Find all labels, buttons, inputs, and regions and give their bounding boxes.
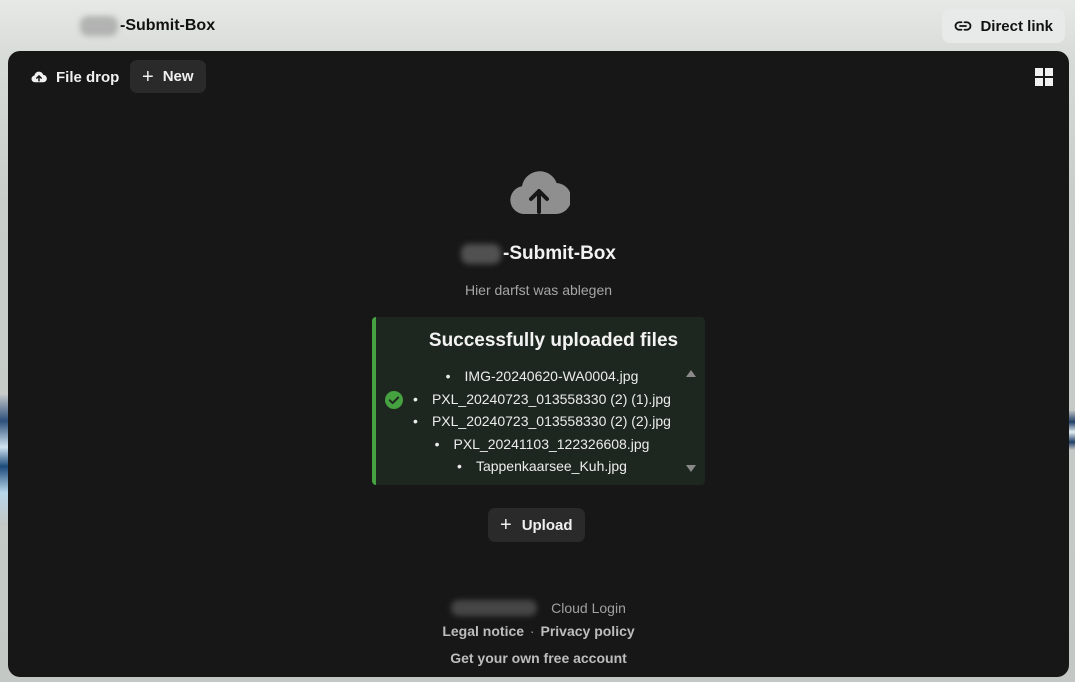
list-item: PXL_20240723_013558330 (2) (2).jpg	[402, 410, 682, 433]
share-title: -Submit-Box	[80, 14, 215, 38]
cloud-upload-icon	[31, 71, 47, 83]
direct-link-label: Direct link	[980, 17, 1053, 35]
cloud-login-text: Cloud Login	[551, 600, 626, 616]
list-item: IMG-20240620-WA0004.jpg	[402, 365, 682, 388]
footer-links: Legal notice · Privacy policy	[8, 623, 1069, 639]
upload-button[interactable]: + Upload	[488, 508, 585, 542]
legal-notice-link[interactable]: Legal notice	[442, 623, 524, 639]
footer-provider: Cloud Login	[8, 600, 1069, 616]
share-heading-text: -Submit-Box	[503, 243, 616, 264]
plus-icon: +	[142, 65, 154, 88]
footer-separator: ·	[529, 623, 535, 639]
new-button[interactable]: + New	[130, 60, 206, 93]
file-drop-panel: File drop + New -Submit-Box Hier darfst …	[8, 51, 1069, 677]
share-description: Hier darfst was ablegen	[464, 282, 613, 298]
list-item: PXL_20241103_122326608.jpg	[402, 433, 682, 456]
get-own-account-link[interactable]: Get your own free account	[450, 650, 627, 666]
success-title: Successfully uploaded files	[428, 330, 679, 351]
check-circle-icon	[385, 391, 403, 409]
cloud-upload-icon	[510, 171, 570, 215]
grid-icon[interactable]	[1035, 68, 1053, 86]
redacted-name	[461, 244, 502, 264]
scroll-up-arrow-icon[interactable]	[686, 370, 696, 377]
footer-signup: Get your own free account	[8, 650, 1069, 666]
top-header: -Submit-Box Direct link	[0, 0, 1075, 52]
scroll-down-arrow-icon[interactable]	[686, 465, 696, 472]
redacted-provider	[451, 600, 538, 616]
direct-link-button[interactable]: Direct link	[942, 9, 1065, 43]
uploaded-files-list[interactable]: IMG-20240620-WA0004.jpg PXL_20240723_013…	[402, 365, 682, 478]
list-item: Tappenkaarsee_Kuh.jpg	[402, 455, 682, 478]
privacy-policy-link[interactable]: Privacy policy	[540, 623, 634, 639]
link-icon	[955, 21, 972, 31]
file-drop-label: File drop	[56, 68, 120, 86]
panel-toolbar: File drop + New	[8, 51, 1069, 103]
plus-icon: +	[500, 514, 512, 536]
list-item: PXL_20240723_013558330 (2) (1).jpg	[402, 388, 682, 411]
new-button-label: New	[162, 68, 194, 85]
redacted-name	[80, 16, 118, 36]
file-drop-breadcrumb[interactable]: File drop	[30, 65, 119, 89]
upload-button-label: Upload	[521, 516, 573, 534]
share-heading: -Submit-Box	[8, 243, 1069, 265]
share-title-text: -Submit-Box	[120, 17, 216, 34]
upload-success-notice: Successfully uploaded files IMG-20240620…	[372, 317, 705, 485]
